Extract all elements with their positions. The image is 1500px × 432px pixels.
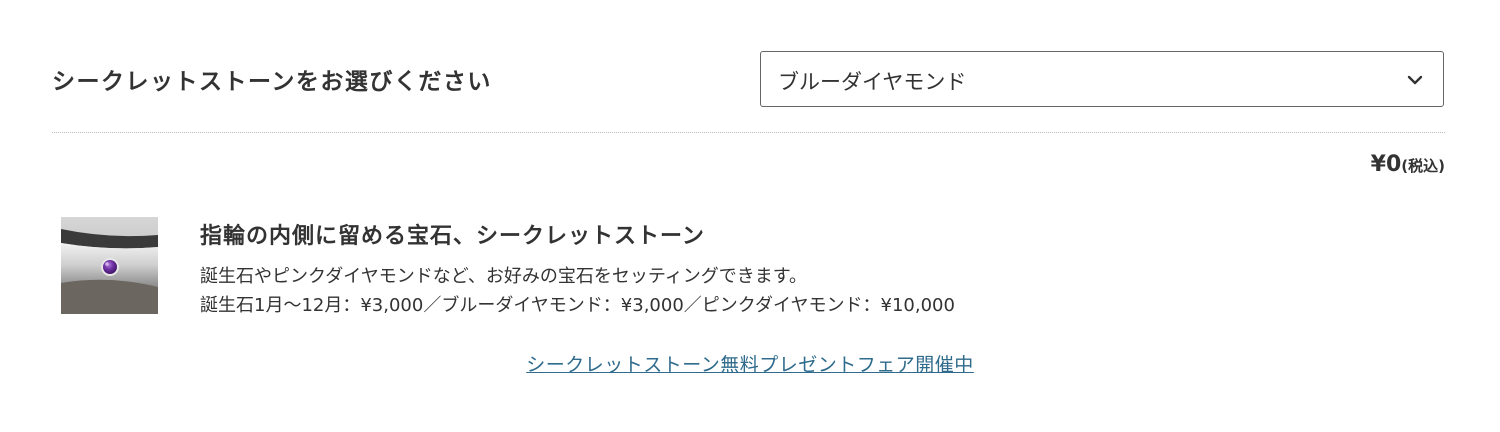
- campaign-link-container: シークレットストーン無料プレゼントフェア開催中: [0, 350, 1500, 377]
- secret-stone-ring-image: [61, 217, 158, 314]
- product-price-list: 誕生石1月〜12月：¥3,000／ブルーダイヤモンド：¥3,000／ピンクダイヤ…: [200, 295, 955, 316]
- product-title: 指輪の内側に留める宝石、シークレットストーン: [200, 224, 705, 249]
- secret-stone-select[interactable]: ブルーダイヤモンド: [760, 51, 1444, 107]
- chevron-down-icon: [1407, 75, 1423, 85]
- price-tax-note: (税込): [1401, 157, 1445, 175]
- section-divider: [52, 132, 1445, 133]
- selected-stone-value: ブルーダイヤモンド: [778, 70, 967, 94]
- product-description-line1: 誕生石やピンクダイヤモンドなど、お好みの宝石をセッティングできます。: [200, 266, 807, 287]
- price-amount: ¥0: [1370, 152, 1402, 177]
- campaign-link[interactable]: シークレットストーン無料プレゼントフェア開催中: [526, 354, 974, 376]
- section-heading: シークレットストーンをお選びください: [52, 69, 492, 95]
- price-display: ¥0(税込): [1371, 152, 1445, 177]
